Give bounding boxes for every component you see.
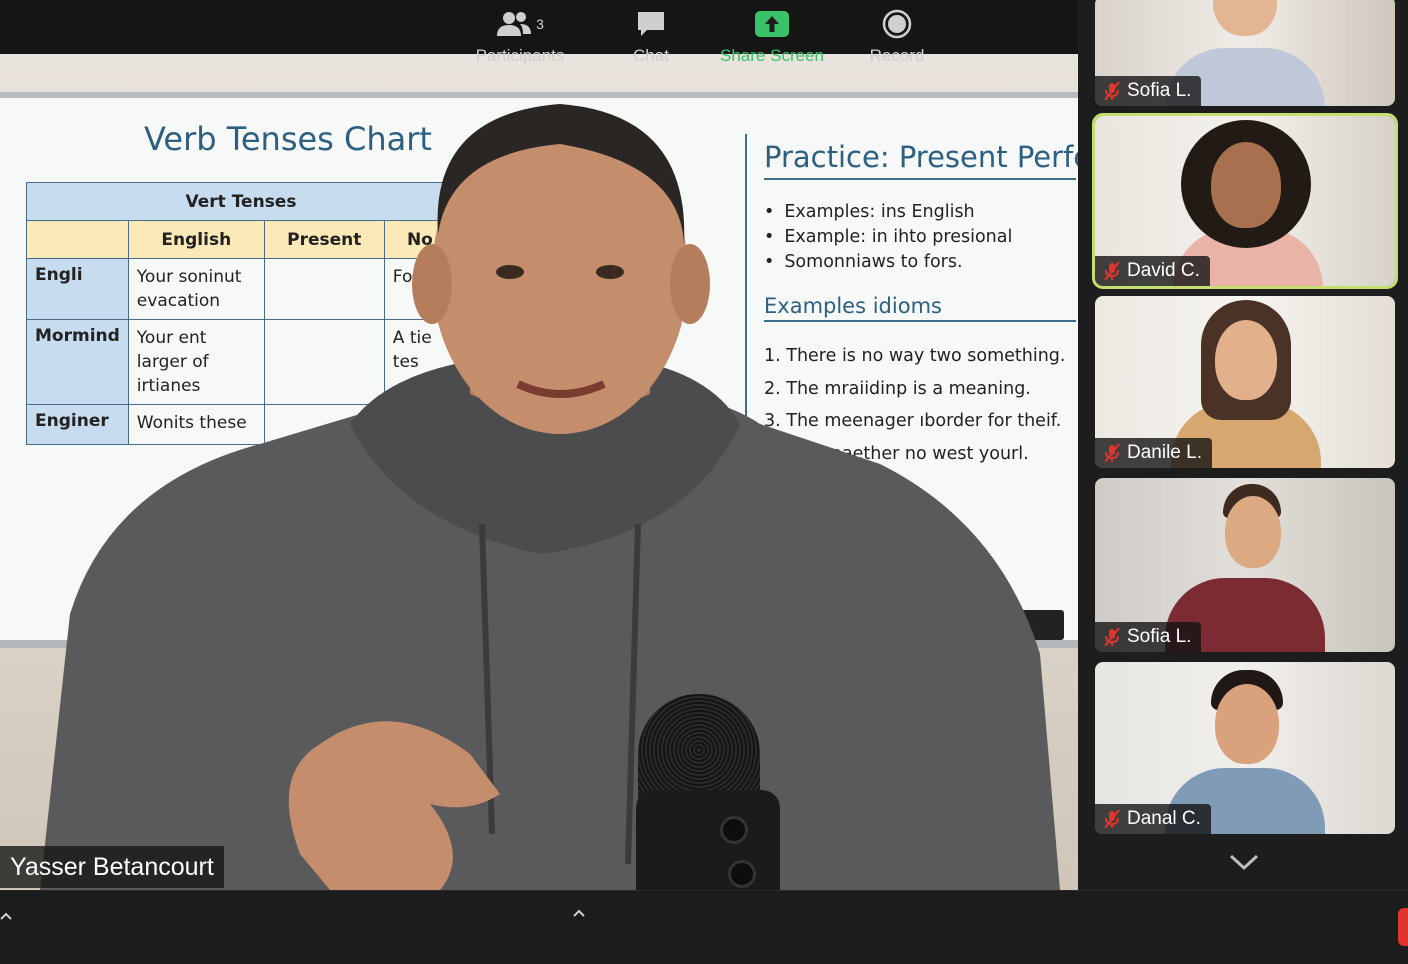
participant-tile[interactable]: Sofia L. xyxy=(1095,478,1395,652)
chat-label: Chat xyxy=(633,46,669,65)
participant-name: Sofia L. xyxy=(1127,626,1192,647)
participant-face xyxy=(1225,496,1281,568)
share-screen-button[interactable]: Share Screen xyxy=(716,8,828,68)
share-screen-icon-wrap xyxy=(754,8,790,40)
participants-icon xyxy=(497,12,532,36)
record-icon-wrap xyxy=(882,8,912,40)
participant-gallery[interactable]: Sofia L. David C. Danile L. Sofia L. Dan… xyxy=(1078,0,1408,890)
mic-knob xyxy=(720,816,748,844)
main-speaker-video[interactable]: Verb Tenses Chart Vert Tenses English Pr… xyxy=(0,0,1078,890)
share-screen-icon xyxy=(755,11,789,37)
participant-tile[interactable]: Danile L. xyxy=(1095,296,1395,468)
meeting-toolbar xyxy=(0,890,1408,964)
share-screen-label: Share Screen xyxy=(720,46,824,65)
microphone-stand xyxy=(636,790,780,890)
record-button[interactable]: Record xyxy=(866,8,928,68)
mic-knob xyxy=(728,860,756,888)
record-label: Record xyxy=(869,46,925,65)
muted-mic-icon xyxy=(1104,81,1120,101)
participant-name-label: David C. xyxy=(1095,256,1210,286)
participant-name: David C. xyxy=(1127,260,1200,281)
chevron-up-icon[interactable] xyxy=(0,910,12,922)
participants-button[interactable]: 3 Participants xyxy=(470,8,570,68)
participant-name-label: Sofia L. xyxy=(1095,622,1202,652)
muted-mic-icon xyxy=(1104,809,1120,829)
presenter-figure xyxy=(40,104,1060,890)
participants-menu-chevron-icon[interactable] xyxy=(572,906,586,920)
chat-icon xyxy=(638,12,664,36)
participant-name: Danal C. xyxy=(1127,808,1201,829)
record-icon xyxy=(882,9,912,39)
chevron-down-icon[interactable] xyxy=(1228,852,1260,872)
muted-mic-icon xyxy=(1104,627,1120,647)
muted-mic-icon xyxy=(1104,443,1120,463)
speaker-name-label: Yasser Betancourt xyxy=(0,846,224,888)
participant-tile[interactable]: Danal C. xyxy=(1095,662,1395,834)
participant-face xyxy=(1215,320,1277,400)
participant-name-label: Sofia L. xyxy=(1095,76,1202,106)
video-call-window: Verb Tenses Chart Vert Tenses English Pr… xyxy=(0,0,1408,964)
end-meeting-button[interactable] xyxy=(1398,908,1408,946)
participant-face xyxy=(1211,142,1281,228)
participants-count: 3 xyxy=(536,16,544,32)
participant-name: Sofia L. xyxy=(1127,80,1192,101)
participant-tile[interactable]: Sofia L. xyxy=(1095,0,1395,106)
chat-button[interactable]: Chat xyxy=(626,8,676,68)
participants-icon-wrap: 3 xyxy=(496,8,544,40)
muted-mic-icon xyxy=(1104,261,1120,281)
chat-icon-wrap xyxy=(635,8,667,40)
participant-name-label: Danal C. xyxy=(1095,804,1211,834)
participants-label: Participants xyxy=(475,46,565,65)
participant-name-label: Danile L. xyxy=(1095,438,1212,468)
participant-name: Danile L. xyxy=(1127,442,1202,463)
participant-tile-active[interactable]: David C. xyxy=(1092,113,1398,289)
participant-face xyxy=(1215,684,1279,764)
